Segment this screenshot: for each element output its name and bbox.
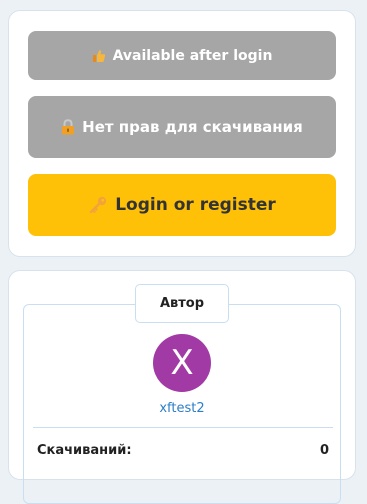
divider xyxy=(33,427,333,428)
avatar[interactable]: X xyxy=(153,334,211,392)
key-icon xyxy=(88,195,108,215)
login-or-register-button[interactable]: Login or register xyxy=(28,174,336,236)
author-heading: Автор xyxy=(135,284,229,323)
author-username-link[interactable]: xftest2 xyxy=(9,401,355,416)
downloads-stat: Скачиваний: 0 xyxy=(37,443,329,458)
author-card: Автор X xftest2 Скачиваний: 0 xyxy=(8,270,356,504)
login-label: Login or register xyxy=(115,195,276,215)
downloads-label: Скачиваний: xyxy=(37,443,132,458)
lock-icon xyxy=(61,119,75,135)
thumbs-up-icon xyxy=(92,49,106,63)
download-actions-card: Available after login Нет прав для скачи… xyxy=(8,10,356,257)
available-label: Available after login xyxy=(112,47,273,64)
downloads-value: 0 xyxy=(319,443,329,458)
no-rights-label: Нет прав для скачивания xyxy=(82,118,303,136)
no-download-rights-button[interactable]: Нет прав для скачивания xyxy=(28,96,336,158)
available-after-login-button[interactable]: Available after login xyxy=(28,31,336,80)
